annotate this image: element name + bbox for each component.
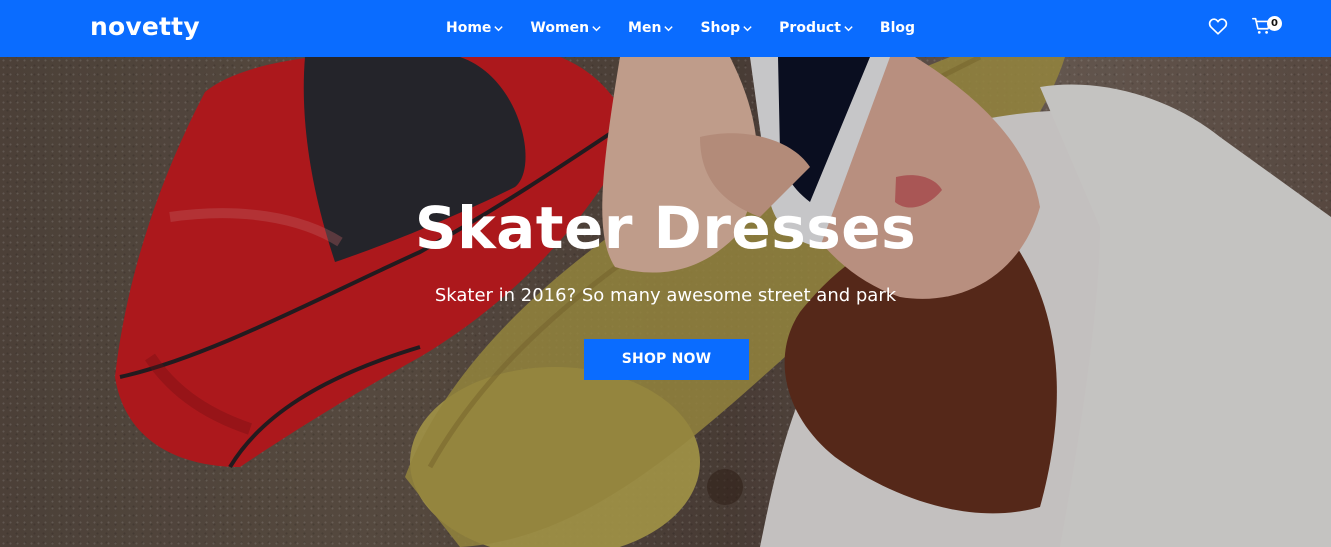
hero-title: Skater Dresses — [414, 194, 917, 262]
chevron-down-icon — [844, 25, 853, 31]
nav-item-blog[interactable]: Blog — [880, 18, 915, 38]
nav-item-shop[interactable]: Shop — [700, 18, 753, 38]
nav-item-label: Blog — [879, 20, 916, 36]
main-navigation: Home Women Men Shop Product Blog — [446, 18, 915, 38]
cart-button[interactable]: 0 — [1251, 15, 1282, 37]
chevron-down-icon — [664, 25, 674, 31]
hero-subtitle: Skater in 2016? So many awesome street a… — [434, 285, 897, 306]
nav-item-men[interactable]: Men — [628, 18, 674, 38]
header-actions: 0 — [1207, 15, 1282, 37]
cart-count-badge: 0 — [1267, 16, 1282, 31]
site-logo[interactable]: novetty — [90, 11, 200, 43]
nav-item-label: Product — [779, 20, 841, 36]
chevron-down-icon — [592, 25, 601, 31]
nav-item-product[interactable]: Product — [779, 18, 854, 38]
chevron-down-icon — [494, 25, 504, 31]
chevron-down-icon — [743, 25, 752, 31]
nav-item-label: Shop — [700, 20, 741, 36]
hero-content: Skater Dresses Skater in 2016? So many a… — [0, 57, 1331, 547]
site-header: novetty Home Women Men Shop Product Blog… — [0, 0, 1331, 57]
nav-item-women[interactable]: Women — [530, 18, 602, 38]
nav-item-home[interactable]: Home — [446, 18, 504, 38]
heart-icon — [1208, 18, 1228, 35]
shop-now-button[interactable]: SHOP NOW — [584, 339, 749, 380]
wishlist-button[interactable] — [1207, 15, 1229, 37]
nav-item-label: Men — [628, 20, 662, 36]
nav-item-label: Home — [446, 20, 492, 36]
hero-banner: Skater Dresses Skater in 2016? So many a… — [0, 57, 1331, 547]
nav-item-label: Women — [530, 20, 590, 36]
